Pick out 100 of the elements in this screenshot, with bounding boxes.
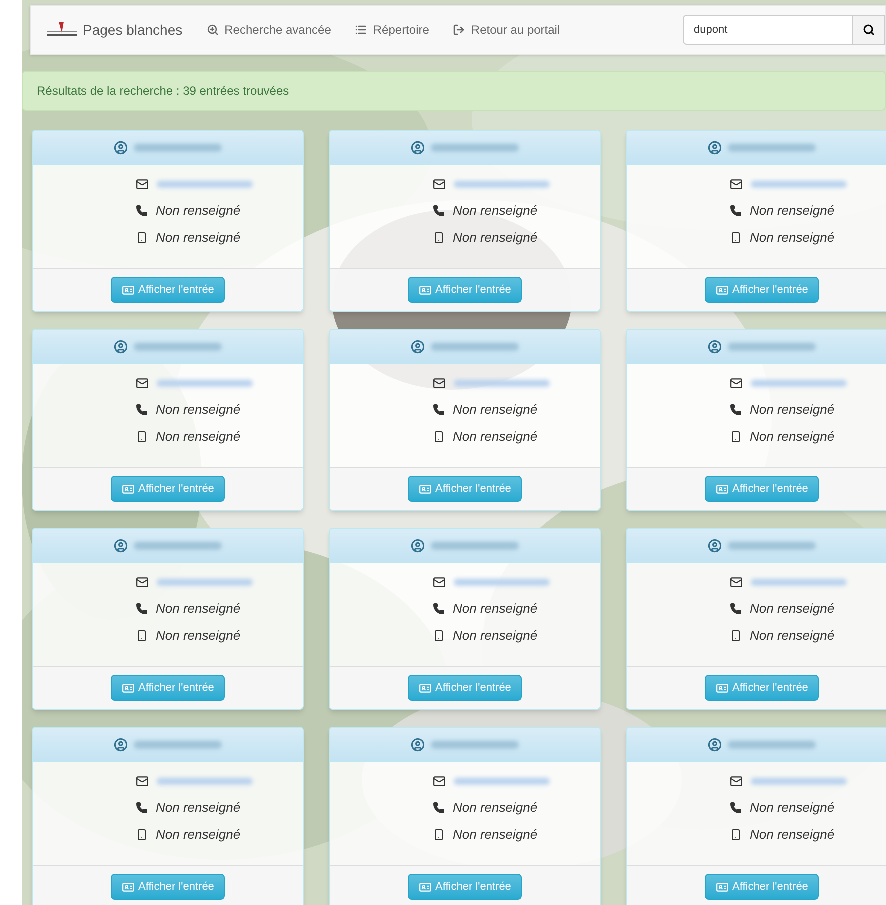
show-entry-button[interactable]: Afficher l'entrée	[408, 874, 522, 900]
phone-text: Non renseigné	[750, 600, 835, 618]
user-icon	[114, 738, 128, 752]
show-entry-button[interactable]: Afficher l'entrée	[704, 874, 820, 900]
phone-icon	[136, 404, 148, 416]
id-card-icon	[716, 682, 729, 694]
phone-icon	[730, 802, 742, 814]
mail-icon	[433, 178, 446, 190]
mobile-icon	[433, 630, 445, 642]
phone-text: Non renseigné	[453, 799, 538, 818]
mobile-icon	[136, 829, 148, 841]
mobile-icon	[730, 431, 742, 443]
phone-text: Non renseigné	[750, 799, 835, 818]
mail-icon	[136, 774, 149, 788]
phone-icon	[433, 404, 445, 416]
search-field[interactable]: dupont	[683, 15, 853, 45]
id-card-icon	[716, 880, 729, 894]
mail-icon	[136, 576, 149, 588]
phone-icon	[730, 603, 742, 615]
mobile-text: Non renseigné	[156, 229, 241, 248]
results-text: Résultats de la recherche : 39 entrées trouvées	[37, 83, 290, 100]
id-card-icon	[418, 482, 432, 496]
mobile-text: Non renseigné	[453, 428, 538, 446]
mobile-icon	[136, 630, 148, 642]
phone-icon	[433, 603, 445, 615]
phone-icon	[136, 603, 148, 615]
mobile-text: Non renseigné	[750, 229, 835, 248]
show-entry-button[interactable]: Afficher l'entrée	[110, 476, 226, 502]
mobile-icon	[136, 232, 148, 244]
user-icon	[114, 340, 128, 354]
show-entry-button[interactable]: Afficher l'entrée	[704, 675, 820, 701]
id-card-icon	[418, 682, 432, 694]
user-icon	[411, 538, 425, 552]
phone-text: Non renseigné	[453, 202, 538, 220]
id-card-icon	[122, 482, 135, 496]
nav-link[interactable]: Répertoire	[355, 21, 430, 39]
mobile-text: Non renseigné	[750, 627, 835, 646]
mobile-icon	[730, 630, 742, 642]
user-icon	[114, 538, 128, 552]
phone-icon	[433, 802, 445, 814]
zoom-in-icon	[206, 24, 219, 36]
mail-icon	[136, 178, 149, 190]
phone-text: Non renseigné	[750, 202, 835, 220]
mail-icon	[730, 774, 743, 788]
phone-text: Non renseigné	[750, 401, 835, 420]
mobile-icon	[433, 829, 445, 841]
phone-icon	[730, 404, 742, 416]
id-card-icon	[716, 284, 729, 296]
id-card-icon	[418, 284, 432, 296]
show-entry-button[interactable]: Afficher l'entrée	[704, 476, 820, 502]
show-entry-button[interactable]: Afficher l'entrée	[408, 476, 522, 502]
exit-icon	[453, 24, 466, 36]
user-icon	[708, 340, 722, 354]
phone-icon	[136, 802, 148, 814]
show-entry-button[interactable]: Afficher l'entrée	[408, 675, 522, 701]
phone-text: Non renseigné	[156, 401, 241, 420]
user-icon	[708, 738, 722, 752]
mobile-text: Non renseigné	[156, 428, 241, 446]
mobile-text: Non renseigné	[453, 229, 538, 248]
mail-icon	[433, 376, 446, 390]
user-icon	[411, 340, 425, 354]
mobile-icon	[433, 232, 445, 244]
mail-icon	[433, 774, 446, 788]
search-button[interactable]	[853, 15, 885, 45]
show-entry-button[interactable]: Afficher l'entrée	[408, 277, 522, 303]
show-entry-button[interactable]: Afficher l'entrée	[110, 874, 226, 900]
show-entry-button[interactable]: Afficher l'entrée	[110, 277, 226, 303]
search-icon	[862, 24, 874, 36]
mobile-icon	[136, 431, 148, 443]
mobile-icon	[730, 829, 742, 841]
mail-icon	[730, 178, 743, 190]
phone-icon	[433, 205, 445, 217]
user-icon	[708, 140, 722, 154]
nav-link[interactable]: Retour au portail	[453, 21, 560, 39]
phone-text: Non renseigné	[156, 600, 241, 618]
mail-icon	[136, 376, 149, 390]
mobile-text: Non renseigné	[156, 826, 241, 844]
phone-text: Non renseigné	[156, 799, 241, 818]
id-card-icon	[122, 880, 135, 894]
mobile-text: Non renseigné	[453, 627, 538, 646]
mobile-text: Non renseigné	[750, 428, 835, 446]
list-icon	[355, 24, 368, 36]
id-card-icon	[418, 880, 432, 894]
nav-link[interactable]: Recherche avancée	[206, 21, 332, 39]
brand-link[interactable]: Pages blanches	[45, 20, 183, 40]
id-card-icon	[122, 284, 135, 296]
mail-icon	[433, 576, 446, 588]
mobile-icon	[730, 232, 742, 244]
show-entry-button[interactable]: Afficher l'entrée	[704, 277, 820, 303]
phone-text: Non renseigné	[453, 600, 538, 618]
user-icon	[411, 738, 425, 752]
phone-icon	[730, 205, 742, 217]
phone-text: Non renseigné	[156, 202, 241, 220]
phone-text: Non renseigné	[453, 401, 538, 420]
mobile-text: Non renseigné	[750, 826, 835, 844]
mobile-icon	[433, 431, 445, 443]
show-entry-button[interactable]: Afficher l'entrée	[110, 675, 226, 701]
user-icon	[708, 538, 722, 552]
mail-icon	[730, 576, 743, 588]
id-card-icon	[122, 682, 135, 694]
